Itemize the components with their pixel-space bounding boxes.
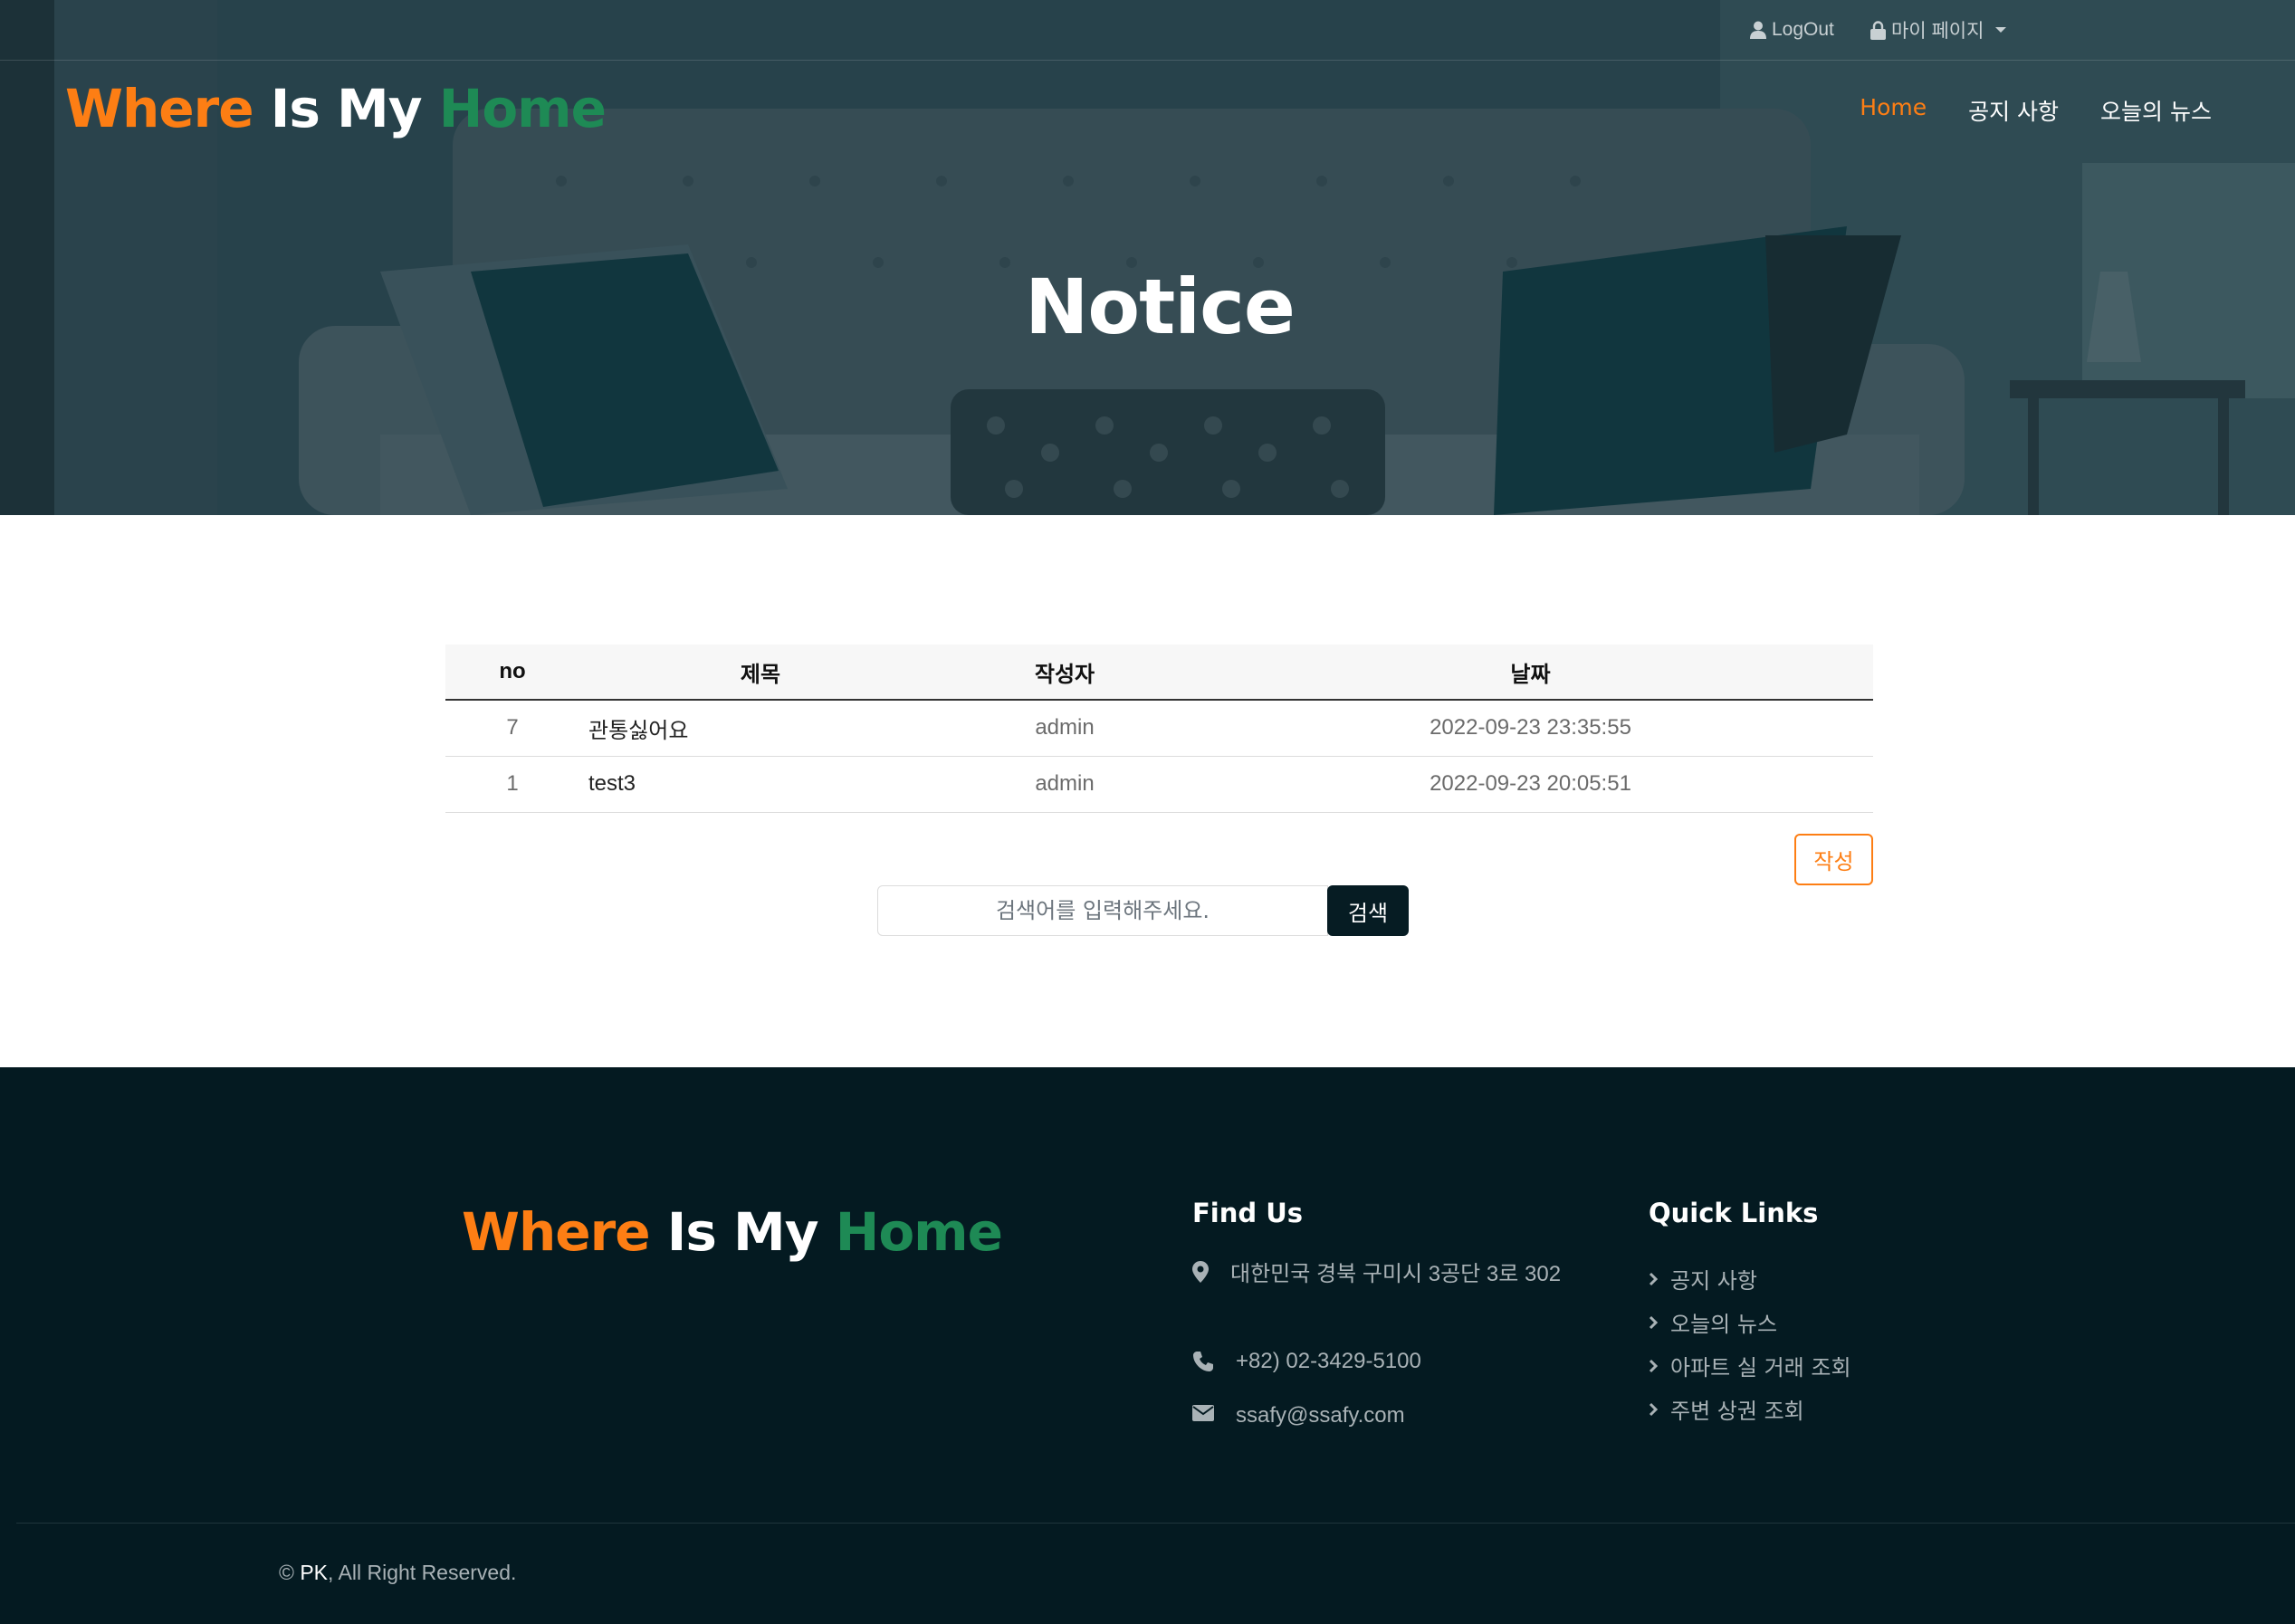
brand-logo[interactable]: Where Is My Home [65, 78, 607, 139]
header-writer: 작성자 [942, 645, 1188, 701]
top-bar: LogOut 마이 페이지 [0, 0, 2295, 61]
caret-down-icon [1995, 27, 2007, 33]
lock-icon [1870, 20, 1886, 40]
quick-link-label: 오늘의 뉴스 [1670, 1312, 1778, 1337]
phone-text: +82) 02-3429-5100 [1236, 1349, 1421, 1373]
mypage-label: 마이 페이지 [1891, 21, 1984, 42]
footer-brand-part-where: Where [462, 1201, 651, 1263]
phone-icon [1193, 1352, 1213, 1371]
nav-home[interactable]: Home [1860, 94, 1927, 127]
copyright-owner-link[interactable]: PK [300, 1561, 328, 1584]
footer-brand-part-home: Home [835, 1201, 1003, 1263]
page-title: Notice [1025, 263, 1296, 351]
chevron-right-icon [1649, 1359, 1658, 1372]
quick-link-label: 공지 사항 [1670, 1268, 1757, 1294]
footer-brand-part-is-my: Is My [666, 1201, 819, 1263]
map-marker-icon [1192, 1261, 1209, 1283]
footer-address: 대한민국 경북 구미시 3공단 3로 302 [1192, 1257, 1573, 1293]
cell-no: 7 [445, 700, 579, 757]
footer: Where Is My Home Find Us 대한민국 경북 구미시 3공단… [0, 1067, 2295, 1624]
cell-title-link[interactable]: test3 [579, 756, 942, 813]
quick-link-notice[interactable]: 공지 사항 [1649, 1263, 1757, 1294]
quick-link-label: 주변 상권 조회 [1670, 1399, 1804, 1424]
table-row[interactable]: 7 관통싫어요 admin 2022-09-23 23:35:55 [445, 700, 1873, 757]
address-text: 대한민국 경북 구미시 3공단 3로 302 [1230, 1262, 1562, 1286]
notice-section: no 제목 작성자 날짜 7 관통싫어요 admin 2022-09-23 23… [0, 515, 2295, 1067]
cell-date: 2022-09-23 20:05:51 [1188, 756, 1873, 813]
brand-part-where: Where [65, 78, 254, 139]
header-no: no [445, 645, 579, 701]
table-row[interactable]: 1 test3 admin 2022-09-23 20:05:51 [445, 756, 1873, 813]
brand-part-is-my: Is My [270, 78, 423, 139]
logout-label: LogOut [1772, 19, 1834, 40]
copyright-text: , All Right Reserved. [328, 1561, 517, 1584]
brand-part-home: Home [438, 78, 607, 139]
footer-divider [16, 1523, 2295, 1524]
user-icon [1750, 21, 1766, 39]
quick-link-label: 아파트 실 거래 조회 [1670, 1355, 1851, 1380]
footer-email[interactable]: ssafy@ssafy.com [1192, 1399, 1405, 1432]
write-button[interactable]: 작성 [1794, 834, 1873, 885]
copyright: © PK, All Right Reserved. [279, 1561, 516, 1585]
cell-date: 2022-09-23 23:35:55 [1188, 700, 1873, 757]
mypage-dropdown[interactable]: 마이 페이지 [1870, 16, 2007, 43]
nav-notice[interactable]: 공지 사항 [1968, 94, 2059, 127]
quick-link-apartment-trade[interactable]: 아파트 실 거래 조회 [1649, 1350, 1851, 1381]
cell-writer: admin [942, 756, 1188, 813]
cell-writer: admin [942, 700, 1188, 757]
cell-no: 1 [445, 756, 579, 813]
main-nav: Home 공지 사항 오늘의 뉴스 [1860, 94, 2212, 127]
chevron-right-icon [1649, 1315, 1658, 1329]
hero-banner: LogOut 마이 페이지 Where Is My Home Home 공지 사… [0, 0, 2295, 515]
find-us-title: Find Us [1192, 1198, 1304, 1228]
search-input[interactable] [877, 885, 1328, 936]
header-title: 제목 [579, 645, 942, 701]
envelope-icon [1192, 1405, 1214, 1421]
footer-phone: +82) 02-3429-5100 [1192, 1344, 1421, 1378]
quick-links-title: Quick Links [1649, 1198, 1819, 1228]
quick-link-news[interactable]: 오늘의 뉴스 [1649, 1306, 1777, 1338]
email-text: ssafy@ssafy.com [1236, 1403, 1405, 1428]
cell-title-link[interactable]: 관통싫어요 [579, 700, 942, 757]
chevron-right-icon [1649, 1272, 1658, 1285]
logout-link[interactable]: LogOut [1750, 16, 1834, 43]
nav-news[interactable]: 오늘의 뉴스 [2100, 94, 2212, 127]
chevron-right-icon [1649, 1402, 1658, 1416]
quick-link-commercial-area[interactable]: 주변 상권 조회 [1649, 1393, 1804, 1425]
header-date: 날짜 [1188, 645, 1873, 701]
search-button[interactable]: 검색 [1327, 885, 1409, 936]
footer-brand-logo: Where Is My Home [462, 1201, 1003, 1263]
copyright-symbol: © [279, 1561, 301, 1584]
table-header-row: no 제목 작성자 날짜 [445, 645, 1873, 701]
notice-table: no 제목 작성자 날짜 7 관통싫어요 admin 2022-09-23 23… [445, 645, 1873, 813]
